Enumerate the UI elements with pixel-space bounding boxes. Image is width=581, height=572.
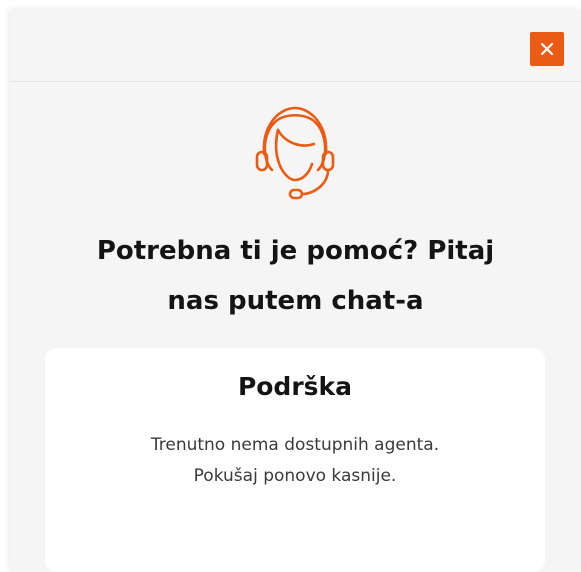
page-title: Potrebna ti je pomoć? Pitaj nas putem ch…	[10, 226, 581, 326]
status-message: Trenutno nema dostupnih agenta. Pokušaj …	[45, 430, 545, 492]
close-button[interactable]	[530, 32, 564, 66]
close-icon	[540, 42, 554, 56]
support-agent-headset-icon	[248, 104, 342, 204]
chat-header	[10, 10, 581, 82]
card-title: Podrška	[237, 372, 353, 401]
chat-widget-panel: Potrebna ti je pomoć? Pitaj nas putem ch…	[10, 10, 581, 572]
headline-line-1: Potrebna ti je pomoć? Pitaj	[96, 236, 495, 266]
status-message-line-2: Pokušaj ponovo kasnije.	[193, 466, 397, 486]
status-message-line-1: Trenutno nema dostupnih agenta.	[150, 435, 440, 455]
support-status-card: Podrška Trenutno nema dostupnih agenta. …	[45, 348, 545, 572]
headline-line-2: nas putem chat-a	[167, 286, 424, 316]
